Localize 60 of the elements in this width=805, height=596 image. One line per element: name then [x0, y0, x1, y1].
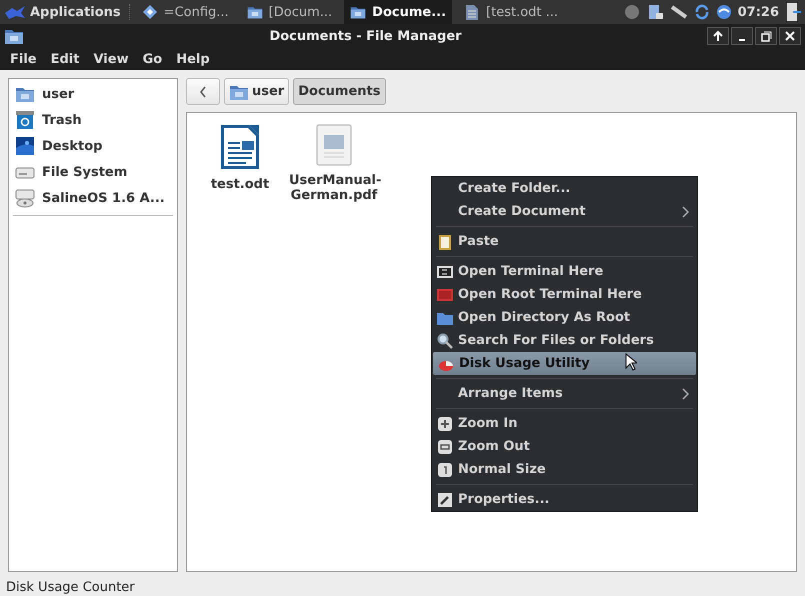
search-icon — [437, 332, 453, 348]
maximize-icon[interactable] — [760, 30, 772, 42]
globe-icon — [716, 4, 732, 20]
context-menu-item[interactable]: Properties... — [432, 488, 697, 511]
sidebar-item[interactable]: user — [42, 86, 74, 102]
context-menu-item[interactable]: Open Root Terminal Here — [432, 283, 697, 306]
context-menu-item[interactable]: Disk Usage Utility — [433, 352, 696, 375]
context-menu-item[interactable]: Paste — [432, 230, 697, 253]
document-icon — [464, 4, 480, 20]
menu-item[interactable]: Help — [170, 52, 216, 66]
sidebar-item[interactable]: SalineOS 1.6 A... — [42, 190, 165, 206]
document-icon — [219, 123, 261, 171]
context-menu-item[interactable]: Create Document — [432, 200, 697, 223]
back-button[interactable] — [186, 78, 220, 105]
context-menu-item[interactable]: Create Folder... — [432, 177, 697, 200]
context-menu-item[interactable]: Open Terminal Here — [432, 260, 697, 283]
taskbar-button[interactable]: =Config... — [136, 0, 235, 24]
file-name[interactable]: test.odt — [195, 177, 285, 192]
chevron-right-icon — [681, 388, 689, 400]
folder-icon — [4, 27, 24, 45]
up-arrow-icon[interactable] — [712, 30, 724, 42]
folder-icon — [15, 85, 35, 103]
clock: 07:26 — [738, 4, 779, 20]
sidebar-item[interactable]: Desktop — [42, 138, 102, 154]
context-menu-item[interactable]: Zoom In — [432, 412, 697, 435]
context-menu-item[interactable]: Search For Files or Folders — [432, 329, 697, 352]
file-name[interactable]: UserManual-German.pdf — [289, 173, 379, 203]
sidebar-item[interactable]: File System — [42, 164, 128, 180]
taskbar-button[interactable]: Docume... — [344, 0, 452, 24]
taskbar-button[interactable]: [Docum... — [240, 0, 338, 24]
zoom-in-icon — [437, 416, 453, 432]
optical-drive-icon — [15, 188, 35, 208]
context-menu-item[interactable]: Normal Size — [432, 458, 697, 481]
zoom-out-icon — [437, 438, 453, 454]
menu-item[interactable]: File — [4, 52, 43, 66]
trash-icon — [15, 110, 35, 130]
clipboard-icon — [437, 234, 453, 250]
chevron-right-icon — [681, 206, 689, 218]
diamond-icon — [142, 5, 158, 19]
context-menu-item[interactable]: Zoom Out — [432, 435, 697, 458]
menu-item[interactable]: View — [87, 52, 135, 66]
refresh-icon — [694, 4, 710, 20]
normal-size-icon — [437, 462, 453, 478]
terminal-icon — [437, 286, 453, 302]
window-title: Documents - File Manager — [268, 28, 463, 44]
taskbar-button[interactable]: [test.odt ... — [458, 0, 564, 24]
menu-item[interactable]: Go — [136, 52, 168, 66]
terminal-icon — [437, 264, 453, 280]
context-menu-item[interactable]: Open Directory As Root — [432, 306, 697, 329]
context-menu-item[interactable]: Arrange Items — [432, 382, 697, 405]
status-text: Disk Usage Counter — [6, 580, 135, 594]
sidebar-item[interactable]: Trash — [42, 112, 82, 128]
menu-item[interactable]: Edit — [44, 52, 86, 66]
applications-menu-button[interactable]: Applications — [4, 4, 130, 20]
path-button[interactable]: Documents — [293, 78, 386, 105]
pointer-icon — [625, 353, 637, 371]
path-button[interactable]: user — [224, 78, 290, 105]
close-icon[interactable] — [784, 30, 796, 42]
pdf-document-icon — [315, 123, 353, 167]
desktop-icon — [15, 136, 35, 156]
